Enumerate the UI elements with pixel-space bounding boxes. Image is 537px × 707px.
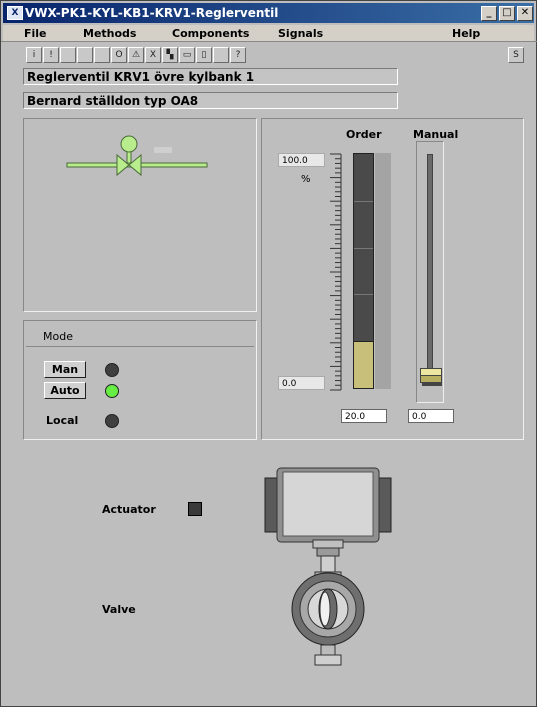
auto-led — [105, 384, 119, 398]
window: X VWX-PK1-KYL-KB1-KRV1-Reglerventil _ □ … — [0, 0, 537, 707]
manual-slider-thumb[interactable] — [420, 368, 442, 386]
valve-symbol-icon[interactable] — [24, 119, 256, 311]
order-grid-line — [354, 247, 373, 249]
manual-slider-track — [427, 154, 433, 378]
control-panel: Order Manual 100.0 % 0.0 20.0 0.0 — [261, 118, 524, 440]
close-icon[interactable]: ✕ — [517, 6, 533, 21]
menu-signals[interactable]: Signals — [278, 27, 323, 40]
description-field-2: Bernard ställdon typ OA8 — [23, 92, 398, 109]
order-max-value: 100.0 — [278, 153, 325, 167]
toolbar-graph-button[interactable]: ▭ — [179, 47, 195, 63]
order-bar — [353, 153, 374, 389]
order-label: Order — [346, 128, 382, 141]
toolbar-crossref-button[interactable]: ▯ — [196, 47, 212, 63]
toolbar-button-12[interactable] — [213, 47, 229, 63]
order-bar-fill — [354, 341, 373, 388]
order-bar-shadow — [375, 153, 391, 389]
toolbar-signal-button[interactable]: S — [508, 47, 524, 63]
manual-slider[interactable] — [416, 141, 444, 403]
toolbar-button-5[interactable] — [94, 47, 110, 63]
man-led — [105, 363, 119, 377]
order-unit: % — [301, 174, 311, 185]
description-field-1: Reglerventil KRV1 övre kylbank 1 — [23, 68, 398, 85]
mode-panel: Mode Man Auto Local — [23, 320, 257, 440]
toolbar-button-3[interactable] — [60, 47, 76, 63]
manual-label: Manual — [413, 128, 459, 141]
menu-bar: File Methods Components Signals Help — [3, 25, 534, 41]
toolbar-warning-icon[interactable]: ⚠ — [128, 47, 144, 63]
toolbar-help-button[interactable]: ? — [230, 47, 246, 63]
local-led — [105, 414, 119, 428]
toolbar-info-button[interactable]: i — [26, 47, 42, 63]
auto-button[interactable]: Auto — [44, 382, 86, 399]
local-label: Local — [46, 414, 79, 427]
toolbar-button-4[interactable] — [77, 47, 93, 63]
mode-divider — [26, 346, 254, 347]
minimize-icon[interactable]: _ — [481, 6, 497, 21]
toolbar-trend-button[interactable]: ▚ — [162, 47, 178, 63]
actuator-valve-icon[interactable] — [263, 466, 393, 671]
menu-components[interactable]: Components — [172, 27, 249, 40]
order-grid-line — [354, 294, 373, 296]
app-icon[interactable]: X — [7, 6, 23, 20]
menu-methods[interactable]: Methods — [83, 27, 136, 40]
maximize-icon[interactable]: □ — [499, 6, 515, 21]
toolbar-block-button[interactable]: X — [145, 47, 161, 63]
toolbar-alarm-button[interactable]: ! — [43, 47, 59, 63]
order-grid-line — [354, 200, 373, 202]
manual-value[interactable]: 0.0 — [408, 409, 454, 423]
man-button[interactable]: Man — [44, 361, 86, 378]
mode-title: Mode — [43, 330, 73, 343]
menu-file[interactable]: File — [24, 27, 47, 40]
title-bar[interactable]: X VWX-PK1-KYL-KB1-KRV1-Reglerventil _ □ … — [3, 3, 534, 23]
menu-help[interactable]: Help — [452, 27, 480, 40]
valve-symbol-panel — [23, 118, 257, 312]
order-value: 20.0 — [341, 409, 387, 423]
order-min-value: 0.0 — [278, 376, 325, 390]
actuator-label: Actuator — [102, 503, 156, 516]
order-scale — [330, 153, 342, 391]
toolbar-object-button[interactable]: O — [111, 47, 127, 63]
window-title: VWX-PK1-KYL-KB1-KRV1-Reglerventil — [25, 6, 279, 20]
menu-divider — [1, 41, 537, 42]
actuator-indicator — [188, 502, 202, 516]
valve-label: Valve — [102, 603, 136, 616]
